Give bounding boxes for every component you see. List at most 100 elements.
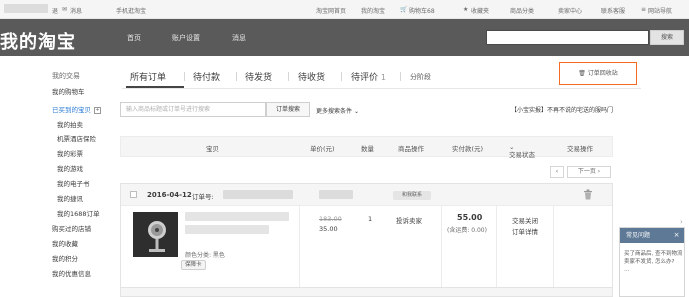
topnav-home[interactable]: 淘宝网首页 <box>316 6 346 15</box>
mail-icon: ✉ <box>62 6 68 13</box>
topnav-mobile[interactable]: 手机逛淘宝 <box>116 6 146 15</box>
next-order-card <box>120 287 613 297</box>
chevron-down-icon: ⌄ <box>353 108 359 115</box>
tab-pending-payment[interactable]: 待付款 <box>193 70 220 83</box>
sidebar-item-auction[interactable]: 我的拍卖 <box>57 119 83 129</box>
tab-stages[interactable]: 分阶段 <box>410 72 431 82</box>
topnav-cart[interactable]: 购物车68 <box>409 6 435 15</box>
collapse-arrow-icon[interactable]: › <box>680 218 688 226</box>
col-paid: 实付款(元) <box>452 145 484 153</box>
contact-seller-button[interactable]: 和我联系 <box>393 191 431 200</box>
active-tab-indicator <box>126 86 184 88</box>
complain-seller-link[interactable]: 投诉卖家 <box>396 215 422 225</box>
col-item: 宝贝 <box>206 145 219 153</box>
column-divider <box>553 206 554 291</box>
header-search-button[interactable]: 搜索 <box>650 30 684 45</box>
more-search-conditions[interactable]: 更多搜索条件 ⌄ <box>316 106 359 115</box>
cart-icon: 🛒 <box>400 6 408 13</box>
column-divider <box>299 206 300 291</box>
tab-divider <box>400 72 401 81</box>
topnav-mytaobao[interactable]: 我的淘宝 <box>361 6 385 15</box>
tab-divider <box>184 72 185 81</box>
review-count: 1 <box>380 73 386 82</box>
product-thumbnail[interactable] <box>133 212 178 257</box>
sidebar-item-shops[interactable]: 购买过的店铺 <box>52 223 91 233</box>
prev-page-button[interactable]: ‹ <box>550 166 564 178</box>
sidebar-item-lottery[interactable]: 我的彩票 <box>57 148 83 158</box>
sidebar-title: 我的交易 <box>52 72 80 80</box>
order-header: 2016-04-12 订单号: 和我联系 <box>121 184 612 206</box>
tab-pending-review[interactable]: 待评价 1 <box>351 70 386 83</box>
header-nav-home[interactable]: 首页 <box>127 33 141 43</box>
topnav-seller-center[interactable]: 卖家中心 <box>558 6 582 15</box>
sidebar-item-favorites[interactable]: 我的收藏 <box>52 238 78 248</box>
order-table-header: 宝贝 单价(元) 数量 商品操作 实付款(元) 交易状态 ⌄ 交易操作 <box>120 136 613 159</box>
topnav-favorites[interactable]: 收藏夹 <box>471 6 489 15</box>
sidebar-item-bought[interactable]: 已买到的宝贝 + <box>52 104 101 114</box>
sidebar-item-cart[interactable]: 我的购物车 <box>52 86 85 96</box>
faq-widget: 常见问题 × 买了商品后, 查不到物流信息, 怎么 卖家不发货, 怎么办? … <box>619 227 685 297</box>
order-search-button[interactable]: 订单搜索 <box>266 102 310 117</box>
faq-item[interactable]: … <box>624 266 682 274</box>
col-quantity: 数量 <box>361 145 374 153</box>
sidebar-item-travel[interactable]: 机票酒店保险 <box>57 133 96 143</box>
sidebar-item-games[interactable]: 我的游戏 <box>57 163 83 173</box>
freight-info: (含运费: 0.00) <box>447 227 487 234</box>
topnav-categories[interactable]: 商品分类 <box>510 6 534 15</box>
trade-status: 交易关闭 <box>512 217 538 225</box>
header-nav-account[interactable]: 账户设置 <box>172 33 200 43</box>
shop-name-blurred[interactable] <box>319 190 353 199</box>
col-item-actions: 商品操作 <box>398 145 424 153</box>
column-divider <box>496 206 497 291</box>
paid-amount: 55.00 <box>457 213 483 222</box>
order-card: 2016-04-12 订单号: 和我联系 颜色分类: 黑色 保障卡 183.00… <box>120 183 613 291</box>
exit-link[interactable]: 退 <box>52 6 58 15</box>
product-title-blurred[interactable] <box>185 225 269 234</box>
order-search-input[interactable]: 输入商品标题或订单号进行搜索 <box>120 102 266 117</box>
col-trade-actions: 交易操作 <box>567 145 593 153</box>
sidebar-item-express[interactable]: 我的捷讯 <box>57 193 83 203</box>
header-nav-messages[interactable]: 消息 <box>232 33 246 43</box>
topnav-sitemap[interactable]: 网站导航 <box>648 6 672 15</box>
header-bar: 我的淘宝 首页 账户设置 消息 搜索 <box>0 19 689 56</box>
guarantee-badge[interactable]: 保障卡 <box>181 260 206 270</box>
expand-icon[interactable]: + <box>94 106 101 114</box>
sidebar-item-coupons[interactable]: 我的优惠信息 <box>52 268 91 278</box>
col-status-filter[interactable]: 交易状态 ⌄ <box>509 143 535 159</box>
promo-tip[interactable]: 【小宝实报】不再不说的宅送的服吗门 <box>511 105 613 114</box>
star-icon: ★ <box>463 6 469 13</box>
order-date: 2016-04-12 <box>147 191 192 199</box>
topnav-message[interactable]: 消息 <box>70 6 82 15</box>
my-taobao-logo[interactable]: 我的淘宝 <box>0 28 76 54</box>
tab-pending-receipt[interactable]: 待收货 <box>298 70 325 83</box>
tab-pending-shipment[interactable]: 待发货 <box>245 70 272 83</box>
order-recycle-bin-button[interactable]: 🗑 订单回收站 <box>559 62 637 85</box>
original-price: 183.00 <box>319 215 342 223</box>
next-page-button[interactable]: 下一页 › <box>567 166 611 178</box>
quantity: 1 <box>368 215 373 223</box>
order-checkbox[interactable] <box>130 191 137 198</box>
faq-list: 买了商品后, 查不到物流信息, 怎么 卖家不发货, 怎么办? … <box>624 250 682 274</box>
faq-item[interactable]: 买了商品后, 查不到物流信息, 怎么 <box>624 250 682 258</box>
col-unit-price: 单价(元) <box>310 145 335 153</box>
sidebar-item-1688[interactable]: 我的1688订单 <box>57 208 100 218</box>
product-title-blurred[interactable] <box>185 212 289 221</box>
faq-item[interactable]: 卖家不发货, 怎么办? <box>624 258 682 266</box>
site-top-nav: 退 ✉ 消息 手机逛淘宝 淘宝网首页 我的淘宝 🛒 购物车68 ★ 收藏夹 商品… <box>0 0 689 19</box>
tab-all-orders[interactable]: 所有订单 <box>130 70 166 83</box>
menu-icon: ≡ <box>641 6 647 13</box>
username-blurred[interactable] <box>4 4 48 13</box>
tab-divider <box>236 72 237 81</box>
order-number-blurred <box>223 190 293 199</box>
delete-order-icon[interactable] <box>583 189 593 200</box>
close-icon[interactable]: × <box>672 231 681 240</box>
trash-icon: 🗑 <box>578 70 586 77</box>
order-detail-link[interactable]: 订单详情 <box>512 226 538 236</box>
sidebar-item-ebooks[interactable]: 我的电子书 <box>57 178 90 188</box>
header-search-input[interactable] <box>486 30 649 45</box>
page: 退 ✉ 消息 手机逛淘宝 淘宝网首页 我的淘宝 🛒 购物车68 ★ 收藏夹 商品… <box>0 0 689 297</box>
sidebar-item-points[interactable]: 我的积分 <box>52 253 78 263</box>
topnav-service[interactable]: 联系客服 <box>601 6 625 15</box>
product-color: 颜色分类: 黑色 <box>185 252 225 259</box>
order-number-label: 订单号: <box>192 193 214 201</box>
